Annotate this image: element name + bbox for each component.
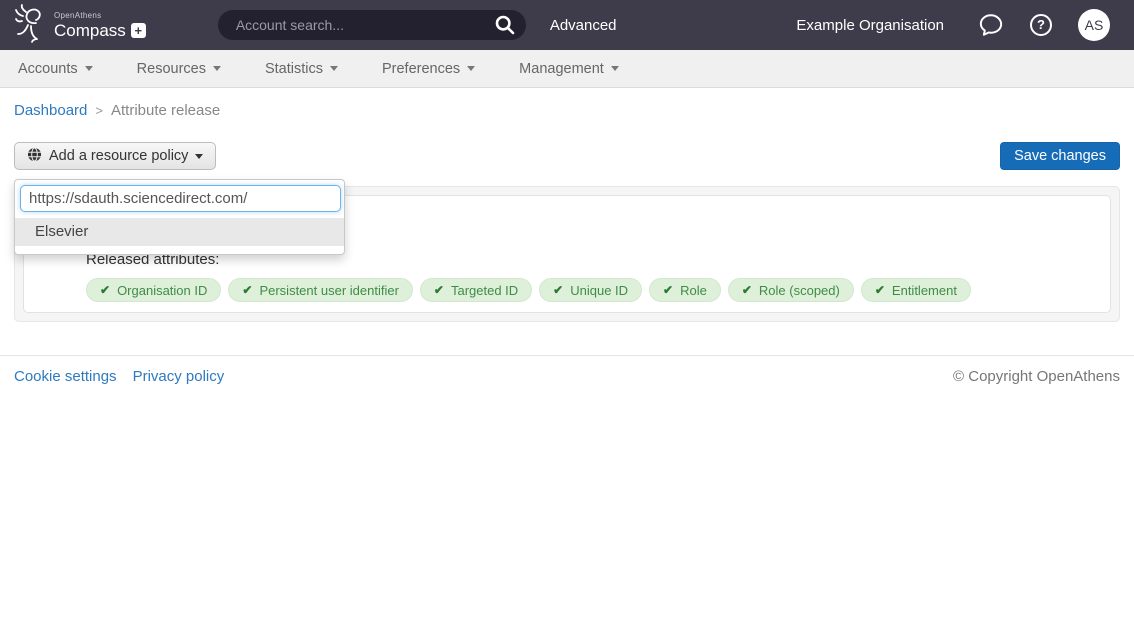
nav-item-management[interactable]: Management [505, 50, 633, 87]
check-icon: ✔ [663, 283, 673, 297]
attribute-badge: ✔ Targeted ID [420, 278, 532, 302]
avatar-initials: AS [1085, 17, 1104, 33]
add-resource-policy-button[interactable]: Add a resource policy [14, 142, 216, 170]
nav-label-management: Management [519, 61, 604, 77]
check-icon: ✔ [100, 283, 110, 297]
save-changes-button[interactable]: Save changes [1000, 142, 1120, 170]
attribute-badges: ✔ Organisation ID ✔ Persistent user iden… [86, 278, 1100, 302]
advanced-search-link[interactable]: Advanced [550, 17, 617, 34]
nav-item-statistics[interactable]: Statistics [251, 50, 352, 87]
chevron-down-icon [85, 66, 93, 71]
chevron-down-icon [467, 66, 475, 71]
breadcrumb-current: Attribute release [111, 102, 220, 119]
badge-label: Persistent user identifier [259, 283, 398, 298]
user-avatar[interactable]: AS [1078, 9, 1110, 41]
nav-label-preferences: Preferences [382, 61, 460, 77]
breadcrumb-dashboard-link[interactable]: Dashboard [14, 102, 87, 119]
breadcrumb: Dashboard > Attribute release [14, 102, 1120, 119]
chat-bubble-icon [978, 26, 1004, 41]
resource-url-input[interactable] [20, 185, 341, 212]
badge-label: Role [680, 283, 707, 298]
page: OpenAthens Compass + Advanced Exampl [0, 0, 1134, 638]
resource-policy-dropdown: Elsevier [14, 179, 345, 255]
attribute-badge: ✔ Role (scoped) [728, 278, 854, 302]
badge-label: Organisation ID [117, 283, 207, 298]
badge-label: Unique ID [570, 283, 628, 298]
globe-icon [27, 147, 42, 166]
badge-label: Entitlement [892, 283, 957, 298]
add-resource-policy-label: Add a resource policy [49, 148, 188, 164]
attribute-badge: ✔ Organisation ID [86, 278, 221, 302]
suggestion-elsevier[interactable]: Elsevier [15, 218, 344, 246]
policy-toolbar: Add a resource policy Save changes Elsev… [14, 142, 1120, 170]
badge-label: Targeted ID [451, 283, 518, 298]
chat-button[interactable] [978, 12, 1004, 38]
chevron-down-icon [195, 154, 203, 159]
attribute-badge: ✔ Persistent user identifier [228, 278, 413, 302]
privacy-policy-link[interactable]: Privacy policy [133, 368, 225, 385]
badge-label: Role (scoped) [759, 283, 840, 298]
help-button[interactable]: ? [1030, 14, 1052, 36]
search-icon [494, 24, 516, 39]
account-search-input[interactable] [236, 17, 488, 33]
chevron-down-icon [330, 66, 338, 71]
logo-text: OpenAthens Compass + [54, 12, 146, 39]
help-icon: ? [1030, 14, 1052, 36]
nav-label-resources: Resources [137, 61, 206, 77]
check-icon: ✔ [875, 283, 885, 297]
logo-openathens-label: OpenAthens [54, 12, 146, 20]
chevron-down-icon [611, 66, 619, 71]
check-icon: ✔ [242, 283, 252, 297]
nav-label-statistics: Statistics [265, 61, 323, 77]
chevron-down-icon [213, 66, 221, 71]
attribute-badge: ✔ Unique ID [539, 278, 642, 302]
logo-compass-label: Compass [54, 22, 126, 39]
breadcrumb-separator: > [95, 103, 103, 118]
account-search-box [218, 10, 526, 40]
openathens-compass-logo[interactable]: OpenAthens Compass + [14, 3, 146, 48]
top-header: OpenAthens Compass + Advanced Exampl [0, 0, 1134, 50]
nav-item-resources[interactable]: Resources [123, 50, 235, 87]
page-footer: Cookie settings Privacy policy © Copyrig… [0, 355, 1134, 385]
copyright-text: © Copyright OpenAthens [953, 368, 1120, 385]
plus-badge-icon: + [131, 23, 146, 38]
nav-item-accounts[interactable]: Accounts [4, 50, 107, 87]
main-navbar: Accounts Resources Statistics Preference… [0, 50, 1134, 88]
attribute-badge: ✔ Entitlement [861, 278, 971, 302]
check-icon: ✔ [553, 283, 563, 297]
check-icon: ✔ [742, 283, 752, 297]
check-icon: ✔ [434, 283, 444, 297]
compass-sketch-icon [14, 3, 46, 48]
attribute-badge: ✔ Role [649, 278, 721, 302]
nav-label-accounts: Accounts [18, 61, 78, 77]
search-button[interactable] [494, 14, 516, 36]
organisation-name: Example Organisation [796, 17, 944, 34]
nav-item-preferences[interactable]: Preferences [368, 50, 489, 87]
cookie-settings-link[interactable]: Cookie settings [14, 368, 117, 385]
